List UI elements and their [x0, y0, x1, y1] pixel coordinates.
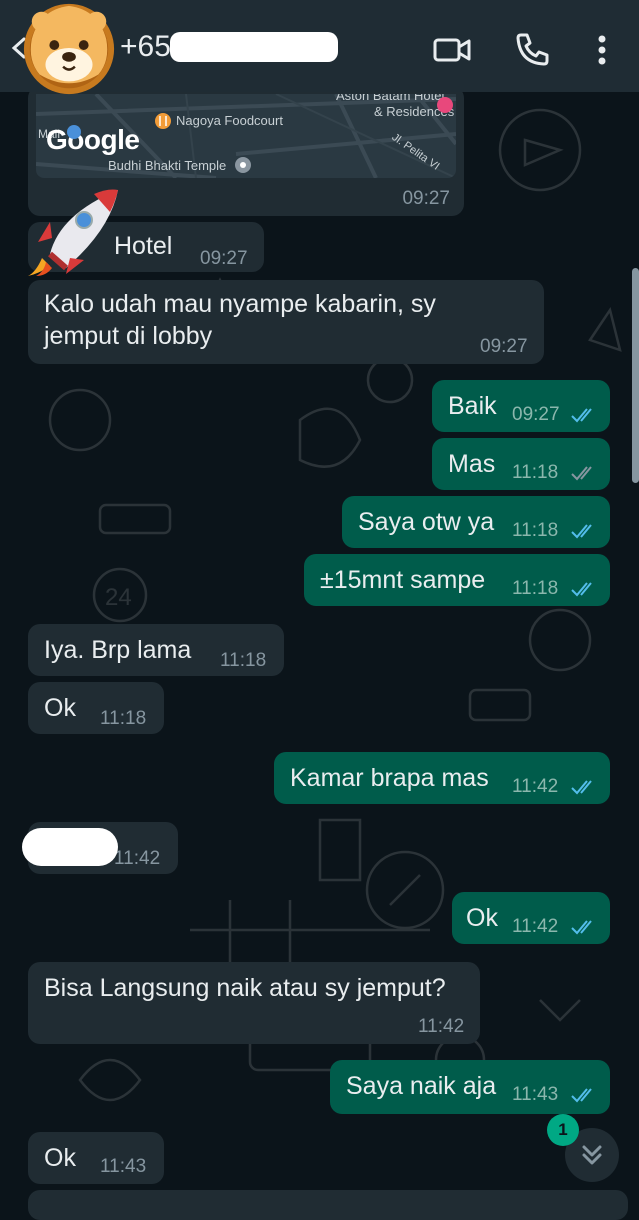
double-check-icon: [571, 780, 592, 795]
svg-text:24: 24: [105, 584, 132, 611]
message-bubble-incoming[interactable]: [28, 1190, 628, 1220]
message-text: Ok: [44, 694, 76, 722]
message-text: Kamar brapa mas: [290, 764, 489, 792]
message-time: 11:18: [512, 520, 559, 541]
message-text: Saya otw ya: [358, 508, 495, 536]
message-text-line2: jemput di lobby: [44, 322, 213, 350]
message-bubble-incoming[interactable]: Ok 11:18: [28, 682, 164, 734]
message-text-line1: Kalo udah mau nyampe kabarin, sy: [44, 290, 436, 318]
double-check-icon: [571, 408, 592, 423]
message-time: 11:42: [418, 1016, 465, 1037]
chat-header: +658: [0, 0, 639, 95]
chevron-double-down-icon: [582, 1145, 602, 1165]
temple-pin-icon: [235, 157, 251, 173]
double-check-icon: [571, 524, 592, 539]
message-bubble-outgoing[interactable]: Mas 11:18: [432, 438, 610, 490]
message-bubble-incoming[interactable]: Bisa Langsung naik atau sy jemput? 11:42: [28, 962, 480, 1044]
message-bubble-outgoing[interactable]: Saya otw ya 11:18: [342, 496, 610, 548]
message-time: 11:42: [512, 916, 559, 937]
map-label-hotel-1: Aston Batam Hotel: [336, 94, 445, 103]
message-time: 09:27: [402, 188, 450, 209]
message-bubble-incoming[interactable]: Iya. Brp lama 11:18: [28, 624, 284, 676]
scrollbar-thumb[interactable]: [632, 268, 639, 483]
message-bubble-outgoing[interactable]: ±15mnt sampe 11:18: [304, 554, 610, 606]
message-text: Baik: [448, 392, 497, 420]
map-label-foodcourt: Nagoya Foodcourt: [176, 113, 283, 128]
message-time: 11:43: [100, 1156, 147, 1177]
hotel-pin-icon: [437, 97, 453, 113]
message-time: 09:27: [200, 248, 248, 269]
restaurant-pin-icon: [155, 113, 171, 129]
map-preview[interactable]: Aston Batam Hotel & Residences Nagoya Fo…: [36, 94, 456, 178]
message-text: Saya naik aja: [346, 1072, 497, 1100]
message-text: Ok: [466, 904, 498, 932]
double-check-icon: [571, 466, 592, 481]
google-logo: Google: [46, 124, 140, 155]
message-bubble-outgoing[interactable]: Ok 11:42: [452, 892, 610, 944]
video-call-icon[interactable]: [432, 30, 472, 70]
double-check-icon: [571, 920, 592, 935]
redaction-mark: [170, 32, 338, 62]
location-pin-icon: [67, 125, 81, 139]
message-time: 11:18: [220, 650, 267, 671]
message-bubble-outgoing[interactable]: Baik 09:27: [432, 380, 610, 432]
unread-count-badge: 1: [547, 1114, 579, 1146]
message-text: Ok: [44, 1144, 76, 1172]
message-time: 11:18: [512, 462, 559, 483]
message-text: Bisa Langsung naik atau sy jemput?: [44, 974, 446, 1002]
message-time: 11:42: [114, 848, 161, 869]
rocket-emoji: [28, 189, 118, 276]
message-text: Iya. Brp lama: [44, 636, 192, 664]
double-check-icon: [571, 582, 592, 597]
map-label-temple: Budhi Bhakti Temple: [108, 158, 227, 173]
redaction-mark: [22, 828, 118, 866]
message-text: ±15mnt sampe: [320, 566, 486, 594]
message-text: Hotel: [114, 232, 173, 260]
message-time: 09:27: [512, 404, 560, 425]
more-options-icon[interactable]: [582, 30, 622, 70]
voice-call-icon[interactable]: [512, 30, 552, 70]
message-time: 09:27: [480, 336, 528, 357]
message-text: Mas: [448, 450, 496, 478]
message-time: 11:42: [512, 776, 559, 797]
message-bubble-incoming[interactable]: Ok 11:43: [28, 1132, 164, 1184]
message-time: 11:43: [512, 1084, 559, 1105]
double-check-icon: [571, 1088, 592, 1103]
message-bubble-outgoing[interactable]: Kamar brapa mas 11:42: [274, 752, 610, 804]
message-bubble-incoming[interactable]: Kalo udah mau nyampe kabarin, sy jemput …: [28, 280, 544, 364]
message-bubble-outgoing[interactable]: Saya naik aja 11:43: [330, 1060, 610, 1114]
contact-avatar[interactable]: [20, 0, 118, 98]
message-time: 11:18: [100, 708, 147, 729]
message-time: 11:18: [512, 578, 559, 599]
